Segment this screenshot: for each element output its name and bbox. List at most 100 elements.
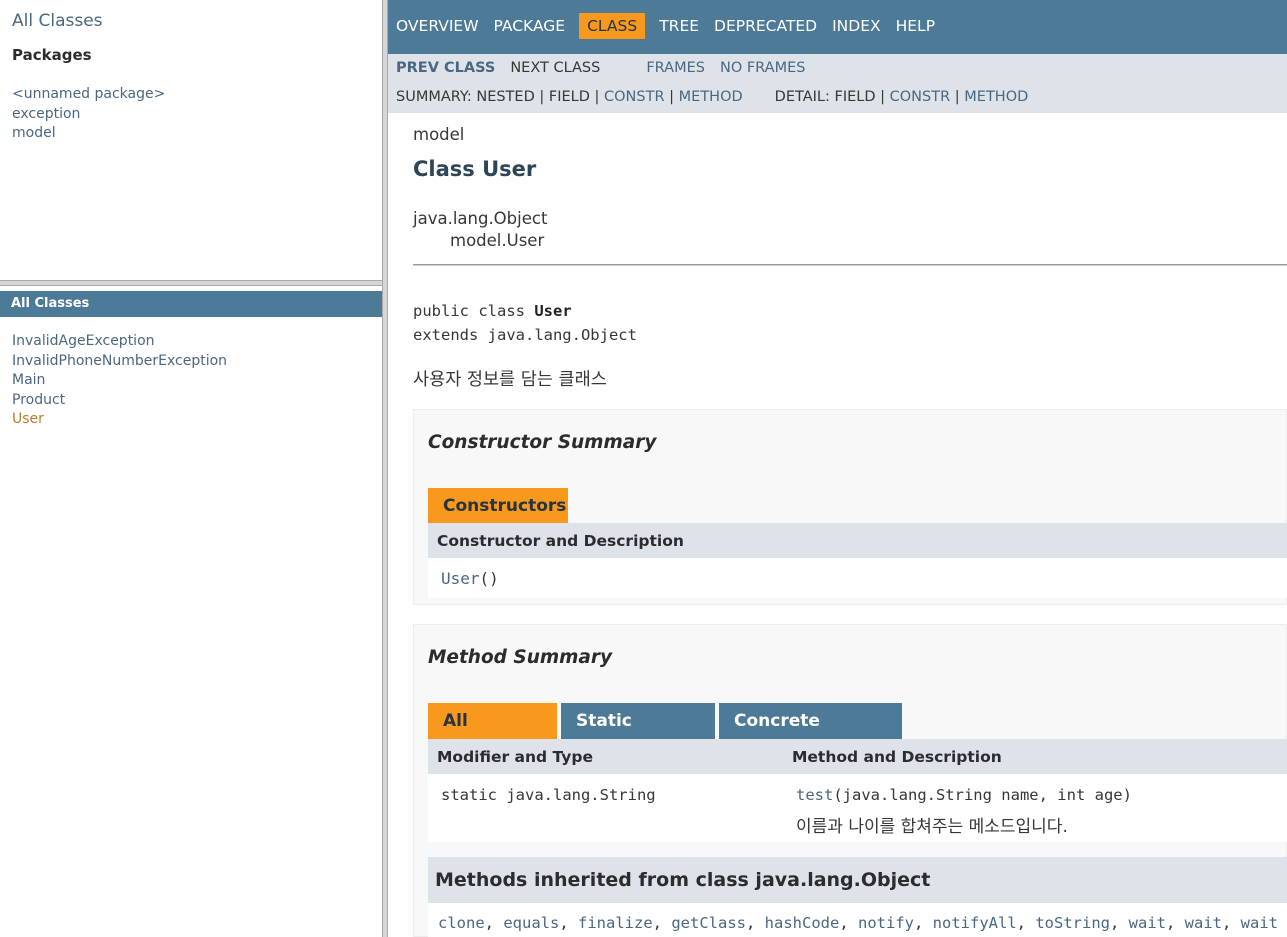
tab-concrete-methods[interactable]: Concrete Methods (719, 703, 902, 767)
package-item[interactable]: <unnamed package> (12, 85, 165, 105)
summary-field: FIELD (548, 89, 590, 105)
separator: | (534, 89, 549, 105)
separator: , (1016, 914, 1036, 932)
inherited-method-link[interactable]: wait (1185, 914, 1222, 932)
inherited-method-link[interactable]: finalize (578, 914, 653, 932)
nav-deprecated[interactable]: DEPRECATED (714, 13, 817, 39)
separator: , (484, 914, 504, 932)
inherited-method-link[interactable]: wait (1241, 914, 1278, 932)
frames-link[interactable]: FRAMES (646, 60, 705, 76)
package-link[interactable]: <unnamed package> (12, 86, 165, 102)
constructor-link[interactable]: User (441, 569, 480, 588)
constructor-table-header: Constructor and Description (428, 523, 1287, 558)
top-nav-bar: OVERVIEW PACKAGE CLASS TREE DEPRECATED I… (388, 0, 1287, 54)
tab-all-methods[interactable]: All Methods (428, 703, 557, 767)
table-row: User() (428, 558, 1287, 598)
class-link[interactable]: InvalidPhoneNumberException (12, 353, 227, 369)
constructor-summary: Constructor Summary Constructors Constru… (413, 409, 1287, 605)
class-link-current[interactable]: User (12, 411, 44, 427)
class-item-current[interactable]: User (12, 410, 227, 430)
column-header-method: Method and Description (792, 748, 1002, 766)
detail-field: FIELD (834, 89, 876, 105)
inheritance-child: model.User (450, 231, 545, 250)
detail-method-link[interactable]: METHOD (964, 89, 1028, 105)
class-item[interactable]: Main (12, 371, 227, 391)
package-item[interactable]: exception (12, 105, 165, 125)
inherited-method-link[interactable]: wait (1129, 914, 1166, 932)
summary-detail-links: SUMMARY: NESTED | FIELD | CONSTR | METHO… (396, 89, 1028, 105)
declaration-class-name: User (534, 302, 572, 320)
detail-label: DETAIL: (774, 89, 835, 105)
nav-package[interactable]: PACKAGE (494, 13, 566, 39)
inherited-methods-header: Methods inherited from class java.lang.O… (428, 857, 1287, 903)
summary-label: SUMMARY: (396, 89, 477, 105)
packages-title: Packages (12, 46, 92, 64)
nav-tree[interactable]: TREE (659, 13, 699, 39)
class-link[interactable]: Main (12, 372, 45, 388)
class-item[interactable]: InvalidAgeException (12, 332, 227, 352)
separator: , (1166, 914, 1185, 932)
declaration-prefix: public class (413, 302, 535, 320)
method-summary-heading: Method Summary (428, 647, 613, 668)
inherited-method-link[interactable]: notify (858, 914, 914, 932)
method-modifier: static java.lang.String (441, 786, 656, 804)
nav-overview[interactable]: OVERVIEW (396, 13, 479, 39)
package-label: model (413, 125, 465, 144)
inherited-methods-list: clone, equals, finalize, getClass, hashC… (428, 903, 1287, 937)
constructor-signature: User() (441, 569, 499, 588)
summary-constr-link[interactable]: CONSTR (604, 89, 665, 105)
separator: , (839, 914, 858, 932)
no-frames-link[interactable]: NO FRAMES (720, 60, 806, 76)
tab-static-methods[interactable]: Static Methods (561, 703, 715, 767)
separator: , (559, 914, 579, 932)
separator: | (664, 89, 679, 105)
method-link[interactable]: test (796, 786, 833, 804)
class-link[interactable]: InvalidAgeException (12, 333, 155, 349)
package-link[interactable]: exception (12, 106, 80, 122)
method-summary: Method Summary All Methods Static Method… (413, 624, 1287, 937)
inheritance-parent: java.lang.Object (413, 209, 548, 228)
tab-constructors: Constructors (428, 488, 568, 524)
separator: , (746, 914, 765, 932)
detail-constr-link[interactable]: CONSTR (890, 89, 951, 105)
class-list: InvalidAgeException InvalidPhoneNumberEx… (12, 332, 227, 430)
class-description: 사용자 정보를 담는 클래스 (413, 370, 607, 390)
nav-class-active[interactable]: CLASS (579, 13, 646, 39)
nav-help[interactable]: HELP (896, 13, 935, 39)
package-link[interactable]: model (12, 125, 56, 141)
inherited-method-link[interactable]: getClass (671, 914, 746, 932)
class-extends: extends java.lang.Object (413, 326, 637, 344)
method-table-header: Modifier and Type Method and Description (428, 739, 1287, 774)
table-row: static java.lang.String test(java.lang.S… (428, 774, 1287, 842)
inherited-method-link[interactable]: notifyAll (933, 914, 1017, 932)
packages-frame: All Classes Packages <unnamed package> e… (0, 0, 382, 280)
package-item[interactable]: model (12, 124, 165, 144)
constructor-summary-heading: Constructor Summary (428, 432, 657, 453)
page-title: Class User (413, 157, 537, 181)
nav-index[interactable]: INDEX (832, 13, 881, 39)
inherited-method-link[interactable]: clone (438, 914, 485, 932)
next-class-label: NEXT CLASS (510, 60, 601, 76)
sub-nav-bar: PREV CLASS NEXT CLASS FRAMES NO FRAMES S… (388, 54, 1287, 113)
inherited-method-link[interactable]: equals (503, 914, 559, 932)
all-classes-header: All Classes (0, 291, 382, 317)
divider (413, 264, 1287, 266)
method-signature: test(java.lang.String name, int age) (796, 786, 1132, 804)
method-description: 이름과 나이를 합쳐주는 메소드입니다. (796, 817, 1068, 837)
summary-method-link[interactable]: METHOD (679, 89, 743, 105)
separator: | (875, 89, 890, 105)
class-item[interactable]: Product (12, 391, 227, 411)
method-params: (java.lang.String name, int age) (833, 786, 1132, 804)
inherited-method-link[interactable]: hashCode (765, 914, 840, 932)
column-header-modifier: Modifier and Type (437, 748, 593, 766)
inherited-method-link[interactable]: toString (1035, 914, 1110, 932)
prev-class-link[interactable]: PREV CLASS (396, 60, 495, 76)
separator: , (1110, 914, 1129, 932)
class-frame: OVERVIEW PACKAGE CLASS TREE DEPRECATED I… (388, 0, 1287, 937)
class-item[interactable]: InvalidPhoneNumberException (12, 352, 227, 372)
separator: | (589, 89, 604, 105)
class-link[interactable]: Product (12, 392, 65, 408)
class-declaration: public class User (413, 302, 572, 320)
all-classes-link[interactable]: All Classes (12, 11, 103, 31)
